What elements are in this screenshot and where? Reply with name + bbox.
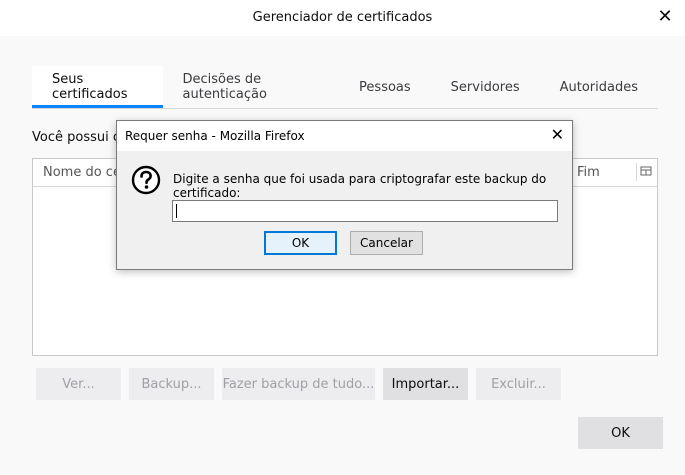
close-icon[interactable]: ✕: [655, 6, 675, 28]
dialog-title: Requer senha - Mozilla Firefox: [125, 129, 305, 143]
column-header-name[interactable]: Nome do ce: [43, 165, 121, 180]
tab-your-certificates[interactable]: Seus certificados: [32, 66, 163, 108]
certificate-manager-window: Gerenciador de certificados ✕ Seus certi…: [0, 0, 685, 475]
column-picker-icon[interactable]: [636, 163, 655, 181]
tab-authentication-decisions[interactable]: Decisões de autenticação: [163, 66, 340, 108]
description-text: Você possui ce: [32, 130, 128, 145]
backup-button[interactable]: Backup...: [129, 368, 214, 400]
window-title: Gerenciador de certificados: [252, 10, 433, 25]
ok-button[interactable]: OK: [578, 417, 663, 449]
title-bar: Gerenciador de certificados ✕: [0, 0, 685, 36]
tab-authorities[interactable]: Autoridades: [540, 66, 658, 108]
tab-bar: Seus certificados Decisões de autenticaç…: [32, 66, 658, 109]
dialog-close-icon[interactable]: ✕: [551, 126, 564, 144]
password-prompt: Digite a senha que foi usada para cripto…: [173, 172, 547, 200]
password-input[interactable]: [172, 200, 558, 222]
password-dialog: Requer senha - Mozilla Firefox ✕ Digite …: [116, 120, 573, 270]
import-button[interactable]: Importar...: [383, 368, 468, 400]
dialog-ok-button[interactable]: OK: [264, 231, 337, 255]
tab-people[interactable]: Pessoas: [339, 66, 431, 108]
dialog-title-bar: Requer senha - Mozilla Firefox ✕: [117, 121, 572, 151]
question-icon: [131, 165, 161, 195]
column-header-end[interactable]: Fim: [577, 165, 600, 180]
tab-servers[interactable]: Servidores: [431, 66, 540, 108]
dialog-cancel-button[interactable]: Cancelar: [350, 231, 423, 255]
delete-button[interactable]: Excluir...: [476, 368, 561, 400]
view-button[interactable]: Ver...: [36, 368, 121, 400]
backup-all-button[interactable]: Fazer backup de tudo...: [222, 368, 375, 400]
text-caret: [176, 204, 177, 218]
